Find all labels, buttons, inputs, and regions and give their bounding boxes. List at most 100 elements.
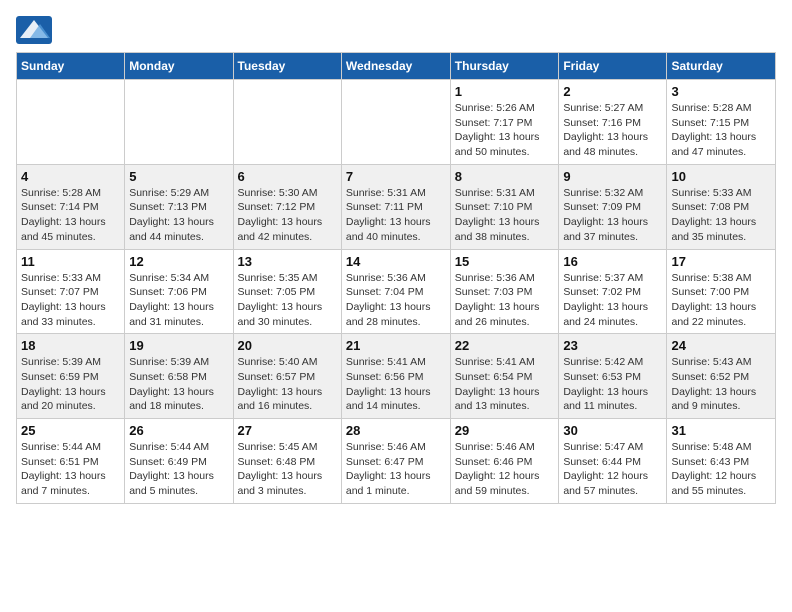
calendar-cell [341,80,450,165]
calendar-cell: 29 Sunrise: 5:46 AM Sunset: 6:46 PM Dayli… [450,419,559,504]
calendar-cell: 12 Sunrise: 5:34 AM Sunset: 7:06 PM Dayli… [125,249,233,334]
weekday-header-monday: Monday [125,53,233,80]
day-info: Sunrise: 5:26 AM Sunset: 7:17 PM Dayligh… [455,101,555,160]
day-number: 9 [563,169,662,184]
day-number: 8 [455,169,555,184]
weekday-header-friday: Friday [559,53,667,80]
day-info: Sunrise: 5:45 AM Sunset: 6:48 PM Dayligh… [238,440,337,499]
day-number: 15 [455,254,555,269]
day-info: Sunrise: 5:37 AM Sunset: 7:02 PM Dayligh… [563,271,662,330]
day-info: Sunrise: 5:46 AM Sunset: 6:47 PM Dayligh… [346,440,446,499]
day-number: 17 [671,254,771,269]
calendar-cell [233,80,341,165]
day-info: Sunrise: 5:31 AM Sunset: 7:10 PM Dayligh… [455,186,555,245]
day-info: Sunrise: 5:34 AM Sunset: 7:06 PM Dayligh… [129,271,228,330]
calendar-cell: 19 Sunrise: 5:39 AM Sunset: 6:58 PM Dayli… [125,334,233,419]
day-info: Sunrise: 5:39 AM Sunset: 6:58 PM Dayligh… [129,355,228,414]
day-number: 16 [563,254,662,269]
day-number: 19 [129,338,228,353]
day-number: 25 [21,423,120,438]
day-info: Sunrise: 5:44 AM Sunset: 6:51 PM Dayligh… [21,440,120,499]
calendar-cell: 6Sunrise: 5:30 AM Sunset: 7:12 PM Daylig… [233,164,341,249]
day-info: Sunrise: 5:40 AM Sunset: 6:57 PM Dayligh… [238,355,337,414]
day-info: Sunrise: 5:32 AM Sunset: 7:09 PM Dayligh… [563,186,662,245]
calendar-cell: 16 Sunrise: 5:37 AM Sunset: 7:02 PM Dayli… [559,249,667,334]
day-info: Sunrise: 5:43 AM Sunset: 6:52 PM Dayligh… [671,355,771,414]
calendar-cell: 8 Sunrise: 5:31 AM Sunset: 7:10 PM Daylig… [450,164,559,249]
day-number: 29 [455,423,555,438]
calendar-cell: 2 Sunrise: 5:27 AM Sunset: 7:16 PM Daylig… [559,80,667,165]
calendar-cell: 18 Sunrise: 5:39 AM Sunset: 6:59 PM Dayli… [17,334,125,419]
calendar-cell: 14 Sunrise: 5:36 AM Sunset: 7:04 PM Dayli… [341,249,450,334]
logo-icon [16,16,52,44]
day-info: Sunrise: 5:35 AM Sunset: 7:05 PM Dayligh… [238,271,337,330]
day-info: Sunrise: 5:44 AM Sunset: 6:49 PM Dayligh… [129,440,228,499]
day-number: 5 [129,169,228,184]
day-number: 4 [21,169,120,184]
calendar-cell: 22Sunrise: 5:41 AM Sunset: 6:54 PM Dayli… [450,334,559,419]
day-info: Sunrise: 5:38 AM Sunset: 7:00 PM Dayligh… [671,271,771,330]
day-info: Sunrise: 5:46 AM Sunset: 6:46 PM Dayligh… [455,440,555,499]
weekday-header-tuesday: Tuesday [233,53,341,80]
calendar-cell: 20 Sunrise: 5:40 AM Sunset: 6:57 PM Dayli… [233,334,341,419]
calendar-cell: 24 Sunrise: 5:43 AM Sunset: 6:52 PM Dayli… [667,334,776,419]
weekday-header-wednesday: Wednesday [341,53,450,80]
day-info: Sunrise: 5:33 AM Sunset: 7:08 PM Dayligh… [671,186,771,245]
page-header [16,16,776,44]
calendar-cell: 4 Sunrise: 5:28 AM Sunset: 7:14 PM Daylig… [17,164,125,249]
day-number: 10 [671,169,771,184]
calendar-cell [17,80,125,165]
day-info: Sunrise: 5:27 AM Sunset: 7:16 PM Dayligh… [563,101,662,160]
calendar-cell: 5 Sunrise: 5:29 AM Sunset: 7:13 PM Daylig… [125,164,233,249]
day-info: Sunrise: 5:39 AM Sunset: 6:59 PM Dayligh… [21,355,120,414]
day-number: 11 [21,254,120,269]
calendar-cell: 9 Sunrise: 5:32 AM Sunset: 7:09 PM Daylig… [559,164,667,249]
weekday-header-row: SundayMondayTuesdayWednesdayThursdayFrid… [17,53,776,80]
day-number: 21 [346,338,446,353]
calendar-table: SundayMondayTuesdayWednesdayThursdayFrid… [16,52,776,504]
calendar-cell: 26 Sunrise: 5:44 AM Sunset: 6:49 PM Dayli… [125,419,233,504]
calendar-cell: 11 Sunrise: 5:33 AM Sunset: 7:07 PM Dayli… [17,249,125,334]
day-number: 14 [346,254,446,269]
weekday-header-saturday: Saturday [667,53,776,80]
day-number: 28 [346,423,446,438]
calendar-cell: 3 Sunrise: 5:28 AM Sunset: 7:15 PM Daylig… [667,80,776,165]
day-info: Sunrise: 5:31 AM Sunset: 7:11 PM Dayligh… [346,186,446,245]
day-number: 12 [129,254,228,269]
day-info: Sunrise: 5:42 AM Sunset: 6:53 PM Dayligh… [563,355,662,414]
day-info: Sunrise: 5:29 AM Sunset: 7:13 PM Dayligh… [129,186,228,245]
calendar-cell: 31Sunrise: 5:48 AM Sunset: 6:43 PM Dayli… [667,419,776,504]
day-info: Sunrise: 5:36 AM Sunset: 7:04 PM Dayligh… [346,271,446,330]
day-number: 26 [129,423,228,438]
calendar-cell: 1 Sunrise: 5:26 AM Sunset: 7:17 PM Daylig… [450,80,559,165]
day-info: Sunrise: 5:41 AM Sunset: 6:56 PM Dayligh… [346,355,446,414]
day-number: 24 [671,338,771,353]
day-number: 6 [238,169,337,184]
day-info: Sunrise: 5:48 AM Sunset: 6:43 PM Dayligh… [671,440,771,499]
day-info: Sunrise: 5:33 AM Sunset: 7:07 PM Dayligh… [21,271,120,330]
calendar-cell: 25 Sunrise: 5:44 AM Sunset: 6:51 PM Dayli… [17,419,125,504]
logo [16,16,56,44]
day-number: 3 [671,84,771,99]
day-info: Sunrise: 5:47 AM Sunset: 6:44 PM Dayligh… [563,440,662,499]
calendar-cell: 28 Sunrise: 5:46 AM Sunset: 6:47 PM Dayli… [341,419,450,504]
day-info: Sunrise: 5:28 AM Sunset: 7:15 PM Dayligh… [671,101,771,160]
day-info: Sunrise: 5:28 AM Sunset: 7:14 PM Dayligh… [21,186,120,245]
day-number: 2 [563,84,662,99]
calendar-cell: 13 Sunrise: 5:35 AM Sunset: 7:05 PM Dayli… [233,249,341,334]
day-number: 1 [455,84,555,99]
calendar-row-3: 11 Sunrise: 5:33 AM Sunset: 7:07 PM Dayli… [17,249,776,334]
calendar-cell [125,80,233,165]
calendar-row-4: 18 Sunrise: 5:39 AM Sunset: 6:59 PM Dayli… [17,334,776,419]
calendar-cell: 10 Sunrise: 5:33 AM Sunset: 7:08 PM Dayli… [667,164,776,249]
day-number: 20 [238,338,337,353]
calendar-cell: 27Sunrise: 5:45 AM Sunset: 6:48 PM Dayli… [233,419,341,504]
calendar-cell: 23 Sunrise: 5:42 AM Sunset: 6:53 PM Dayli… [559,334,667,419]
day-number: 23 [563,338,662,353]
day-number: 7 [346,169,446,184]
day-number: 18 [21,338,120,353]
calendar-cell: 15Sunrise: 5:36 AM Sunset: 7:03 PM Dayli… [450,249,559,334]
day-number: 13 [238,254,337,269]
calendar-cell: 30Sunrise: 5:47 AM Sunset: 6:44 PM Dayli… [559,419,667,504]
day-number: 22 [455,338,555,353]
